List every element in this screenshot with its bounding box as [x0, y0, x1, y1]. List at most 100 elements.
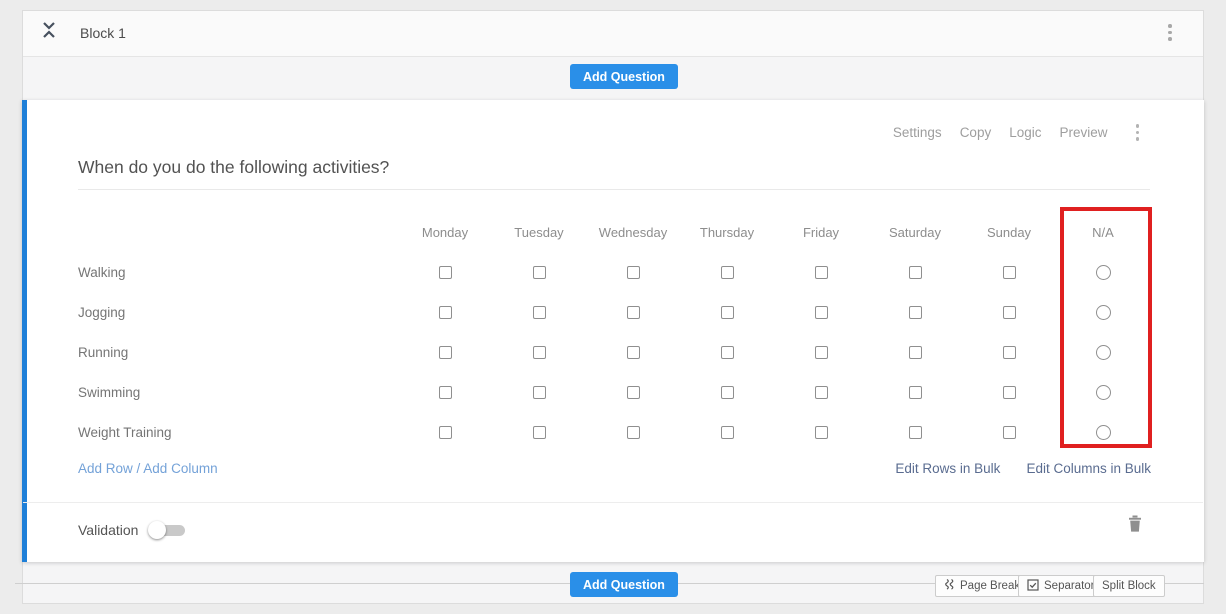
matrix-checkbox[interactable]	[721, 426, 734, 439]
add-row-link[interactable]: Add Row	[78, 461, 133, 476]
matrix-row: Running	[78, 332, 1150, 372]
add-row-column-links: Add Row / Add Column	[78, 461, 218, 476]
matrix-checkbox[interactable]	[533, 346, 546, 359]
matrix-checkbox[interactable]	[627, 386, 640, 399]
matrix-checkbox[interactable]	[1003, 266, 1016, 279]
matrix-checkbox[interactable]	[627, 266, 640, 279]
matrix-checkbox[interactable]	[439, 426, 452, 439]
matrix-checkbox[interactable]	[909, 346, 922, 359]
matrix-row-label: Swimming	[78, 385, 398, 400]
matrix-checkbox[interactable]	[721, 266, 734, 279]
matrix-checkbox[interactable]	[439, 386, 452, 399]
matrix-cell	[868, 386, 962, 399]
bulk-edit-links: Edit Rows in Bulk Edit Columns in Bulk	[895, 461, 1151, 476]
matrix-cell	[868, 346, 962, 359]
matrix-checkbox[interactable]	[1003, 386, 1016, 399]
page-break-label: Page Break	[960, 580, 1020, 592]
add-column-link[interactable]: Add Column	[143, 461, 217, 476]
matrix-checkbox[interactable]	[627, 426, 640, 439]
matrix-cell	[680, 346, 774, 359]
matrix-cell	[680, 386, 774, 399]
matrix-cell	[586, 386, 680, 399]
add-question-button-bottom[interactable]: Add Question	[570, 572, 678, 597]
page-break-button[interactable]: Page Break	[935, 575, 1029, 597]
block-menu-icon[interactable]	[1168, 24, 1172, 41]
question-title-divider	[78, 189, 1150, 190]
edit-columns-bulk-link[interactable]: Edit Columns in Bulk	[1026, 461, 1151, 476]
matrix-checkbox[interactable]	[909, 266, 922, 279]
matrix-column-header: Monday	[398, 225, 492, 240]
edit-rows-bulk-link[interactable]: Edit Rows in Bulk	[895, 461, 1000, 476]
matrix-checkbox[interactable]	[909, 426, 922, 439]
matrix-checkbox[interactable]	[909, 386, 922, 399]
split-block-button[interactable]: Split Block	[1093, 575, 1165, 597]
matrix-column-header: Tuesday	[492, 225, 586, 240]
question-title[interactable]: When do you do the following activities?	[78, 157, 389, 178]
matrix-checkbox[interactable]	[1003, 306, 1016, 319]
question-menu-icon[interactable]	[1136, 124, 1140, 141]
matrix-cell	[398, 306, 492, 319]
matrix-checkbox[interactable]	[1003, 426, 1016, 439]
matrix-checkbox[interactable]	[909, 306, 922, 319]
matrix-checkbox[interactable]	[721, 306, 734, 319]
matrix-checkbox[interactable]	[533, 386, 546, 399]
add-question-button-top[interactable]: Add Question	[570, 64, 678, 89]
matrix-cell	[962, 266, 1056, 279]
matrix-radio[interactable]	[1096, 265, 1111, 280]
validation-toggle[interactable]	[148, 521, 185, 539]
matrix-checkbox[interactable]	[815, 346, 828, 359]
settings-button[interactable]: Settings	[893, 125, 942, 140]
matrix-cell	[868, 426, 962, 439]
matrix-radio[interactable]	[1096, 425, 1111, 440]
matrix-checkbox[interactable]	[721, 346, 734, 359]
matrix-row-label: Walking	[78, 265, 398, 280]
matrix-checkbox[interactable]	[815, 266, 828, 279]
split-block-label: Split Block	[1102, 580, 1156, 592]
matrix-checkbox[interactable]	[721, 386, 734, 399]
matrix-radio[interactable]	[1096, 345, 1111, 360]
matrix-column-header: Friday	[774, 225, 868, 240]
matrix-radio[interactable]	[1096, 305, 1111, 320]
logic-button[interactable]: Logic	[1009, 125, 1041, 140]
matrix-checkbox[interactable]	[815, 426, 828, 439]
matrix-checkbox[interactable]	[815, 306, 828, 319]
matrix-checkbox[interactable]	[627, 306, 640, 319]
matrix-row: Weight Training	[78, 412, 1150, 452]
matrix-cell	[774, 306, 868, 319]
matrix-cell	[492, 426, 586, 439]
collapse-block-icon[interactable]	[42, 21, 56, 39]
copy-button[interactable]: Copy	[960, 125, 992, 140]
matrix-table: MondayTuesdayWednesdayThursdayFridaySatu…	[78, 212, 1150, 452]
matrix-cell	[774, 386, 868, 399]
matrix-body: WalkingJoggingRunningSwimmingWeight Trai…	[78, 252, 1150, 452]
block-header	[23, 11, 1203, 57]
matrix-checkbox[interactable]	[439, 346, 452, 359]
matrix-cell	[586, 346, 680, 359]
matrix-cell	[398, 426, 492, 439]
delete-question-icon[interactable]	[1128, 515, 1142, 537]
matrix-row: Swimming	[78, 372, 1150, 412]
survey-builder-page: { "block": { "title": "Block 1" }, "butt…	[0, 0, 1226, 614]
matrix-checkbox[interactable]	[533, 426, 546, 439]
matrix-cell	[962, 306, 1056, 319]
matrix-cell	[774, 346, 868, 359]
matrix-row: Walking	[78, 252, 1150, 292]
matrix-cell	[398, 266, 492, 279]
matrix-checkbox[interactable]	[533, 306, 546, 319]
matrix-cell	[492, 386, 586, 399]
matrix-column-header: Sunday	[962, 225, 1056, 240]
matrix-cell	[868, 266, 962, 279]
matrix-checkbox[interactable]	[439, 266, 452, 279]
matrix-checkbox[interactable]	[1003, 346, 1016, 359]
matrix-header-row: MondayTuesdayWednesdayThursdayFridaySatu…	[78, 212, 1150, 252]
separator-icon	[1027, 579, 1039, 594]
separator-button[interactable]: Separator	[1018, 575, 1104, 597]
matrix-cell	[492, 306, 586, 319]
preview-button[interactable]: Preview	[1059, 125, 1107, 140]
matrix-checkbox[interactable]	[439, 306, 452, 319]
matrix-cell	[962, 346, 1056, 359]
matrix-radio[interactable]	[1096, 385, 1111, 400]
matrix-checkbox[interactable]	[533, 266, 546, 279]
matrix-checkbox[interactable]	[815, 386, 828, 399]
matrix-checkbox[interactable]	[627, 346, 640, 359]
